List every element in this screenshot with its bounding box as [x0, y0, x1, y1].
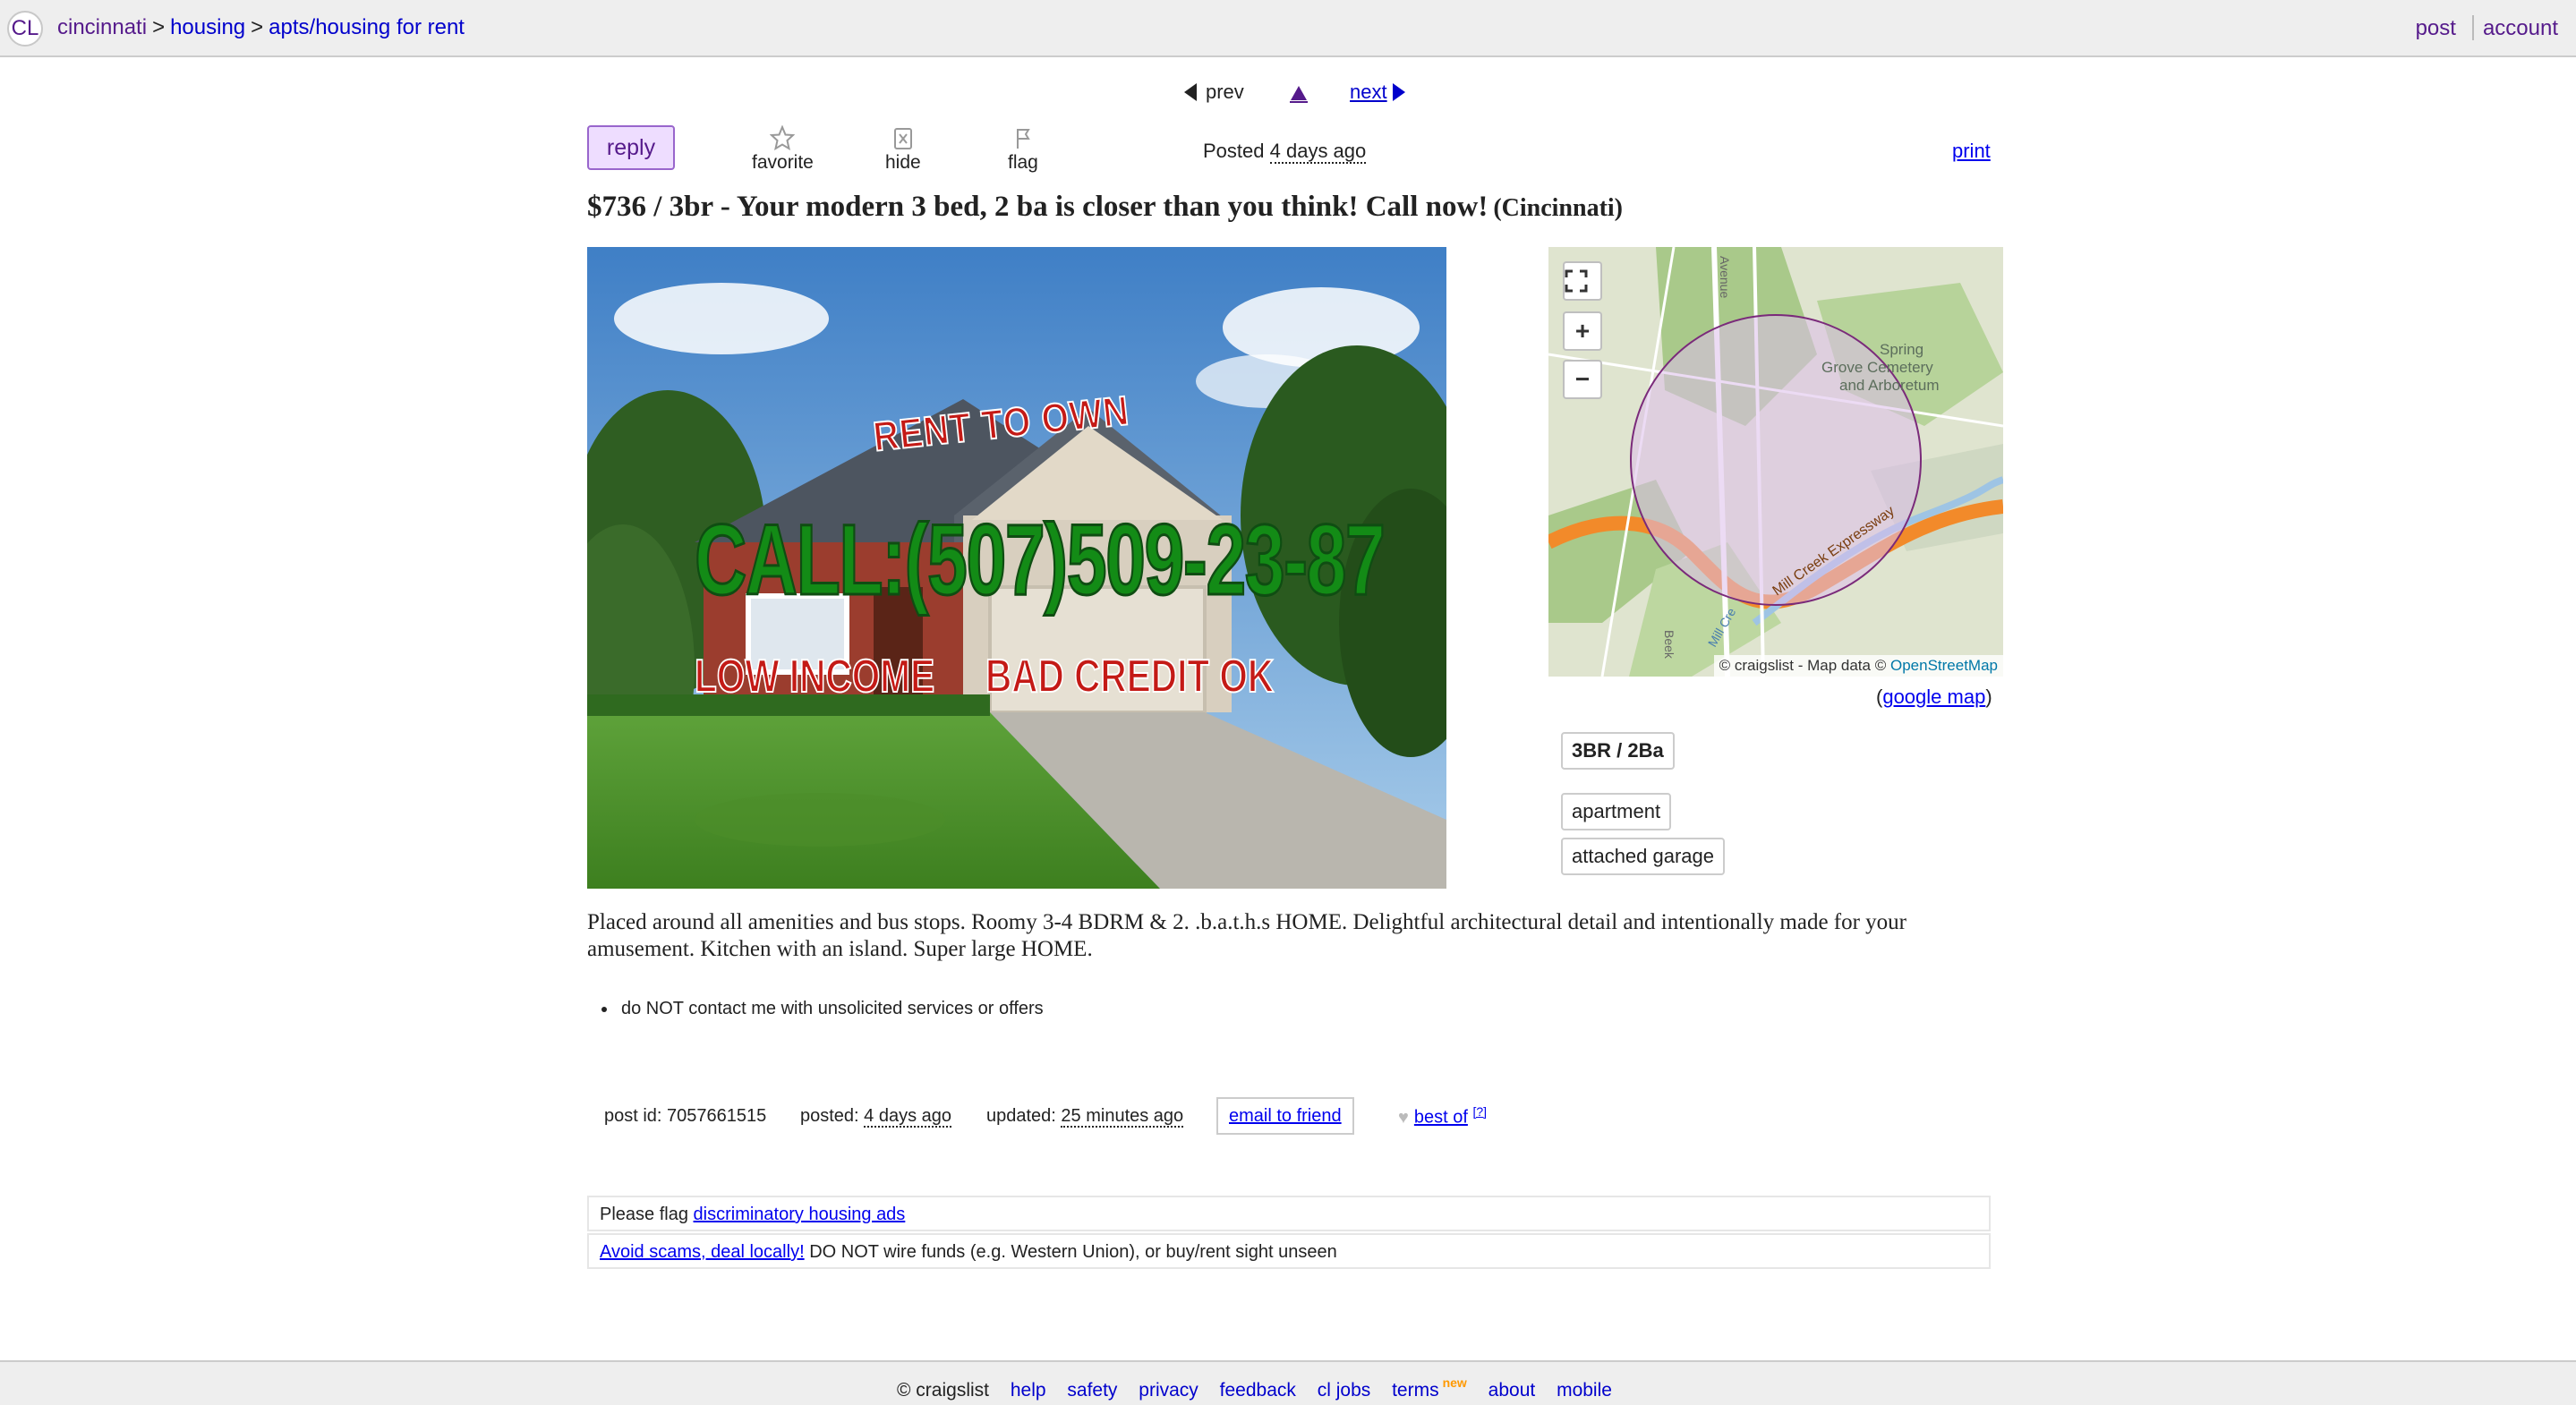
post-info-updated-value: 25 minutes ago	[1061, 1106, 1184, 1128]
scam-warning: Avoid scams, deal locally! DO NOT wire f…	[587, 1233, 1991, 1269]
zoom-out-button[interactable]: −	[1563, 360, 1602, 399]
breadcrumb-separator: >	[152, 15, 166, 39]
map-attribution-text: © craigslist - Map data ©	[1719, 657, 1887, 674]
post-info-posted-value: 4 days ago	[864, 1106, 952, 1128]
footer-link-privacy[interactable]: privacy	[1139, 1380, 1198, 1401]
prev-label: prev	[1206, 81, 1244, 103]
breadcrumb-site-link[interactable]: cincinnati	[57, 15, 147, 39]
best-of: ♥ best of [?]	[1398, 1104, 1487, 1128]
map-tiles: Spring Grove Cemetery and Arboretum Mill…	[1548, 247, 2003, 677]
post-link[interactable]: post	[2416, 16, 2456, 40]
photo-text-bad-credit: BAD CREDIT OK	[985, 650, 1275, 703]
print-link[interactable]: print	[1952, 140, 1991, 163]
map-label-road-1: Avenue	[1718, 256, 1732, 298]
footer: © craigslist help safety privacy feedbac…	[0, 1360, 2576, 1405]
map-attribution: © craigslist - Map data © OpenStreetMap	[1713, 655, 2003, 677]
footer-link-help[interactable]: help	[1011, 1380, 1046, 1401]
post-info-posted: posted: 4 days ago	[800, 1106, 952, 1128]
footer-links: © craigslist help safety privacy feedbac…	[897, 1375, 1612, 1401]
hide-button[interactable]: hide	[885, 125, 921, 174]
breadcrumb-section-link[interactable]: housing	[170, 15, 245, 39]
back-to-search-icon[interactable]	[1289, 86, 1308, 103]
footer-link-feedback[interactable]: feedback	[1220, 1380, 1296, 1401]
map-label-cemetery-2: Grove Cemetery	[1821, 359, 1933, 376]
flag-discrimination-notice: Please flag discriminatory housing ads	[587, 1196, 1991, 1231]
prev-arrow-icon	[1184, 83, 1197, 101]
notice-item: do NOT contact me with unsolicited servi…	[618, 999, 1044, 1019]
map-label-road-3: Beek	[1662, 630, 1676, 660]
email-to-friend-link[interactable]: email to friend	[1216, 1097, 1354, 1135]
star-icon	[770, 125, 796, 150]
prev-button[interactable]: prev	[1184, 81, 1244, 103]
footer-copyright: © craigslist	[897, 1380, 989, 1401]
map-label-cemetery-1: Spring	[1880, 341, 1923, 358]
breadcrumb-separator: >	[251, 15, 264, 39]
breadcrumb: cincinnati > housing > apts/housing for rent	[57, 15, 465, 40]
posted-value: 4 days ago	[1269, 140, 1367, 164]
account-link[interactable]: account	[2483, 16, 2558, 40]
flag-notice-prefix: Please flag	[600, 1205, 688, 1224]
posting-body: Placed around all amenities and bus stop…	[587, 910, 1907, 961]
openstreetmap-link[interactable]: OpenStreetMap	[1890, 657, 1998, 674]
top-bar: CL cincinnati > housing > apts/housing for r…	[0, 0, 2576, 57]
hide-label: hide	[885, 152, 921, 173]
photo-text-low-income: LOW INCOME	[694, 650, 935, 703]
next-link[interactable]: next	[1350, 81, 1405, 103]
avoid-scams-link[interactable]: Avoid scams, deal locally!	[600, 1242, 805, 1262]
posted-label: Posted	[1203, 140, 1265, 162]
post-info-updated: updated: 25 minutes ago	[986, 1106, 1184, 1128]
listing-photo[interactable]: RENT TO OWN CALL:(507)509-23-87 LOW INCO…	[587, 247, 1446, 889]
fullscreen-icon	[1565, 269, 1588, 293]
map-label-cemetery-3: and Arboretum	[1839, 377, 1940, 394]
scam-warning-text: DO NOT wire funds (e.g. Western Union), …	[809, 1242, 1337, 1262]
posting-neighborhood: (Cincinnati)	[1493, 194, 1624, 222]
best-of-link[interactable]: best of	[1414, 1108, 1468, 1128]
location-map[interactable]: Spring Grove Cemetery and Arboretum Mill…	[1548, 247, 2003, 677]
fullscreen-button[interactable]	[1563, 261, 1602, 301]
posted-date: Posted 4 days ago	[1203, 140, 1367, 164]
photo-text-phone: CALL:(507)509-23-87	[694, 503, 1386, 617]
posting-title-text: $736 / 3br - Your modern 3 bed, 2 ba is …	[587, 191, 1488, 223]
zoom-in-button[interactable]: +	[1563, 311, 1602, 351]
attr-housing-type: apartment	[1561, 793, 1672, 830]
footer-link-safety[interactable]: safety	[1067, 1380, 1117, 1401]
post-info-posted-label: posted:	[800, 1106, 859, 1126]
listing-navigation: prev next	[1184, 81, 1405, 104]
heart-icon[interactable]: ♥	[1398, 1108, 1409, 1128]
footer-link-terms[interactable]: terms	[1392, 1380, 1439, 1401]
header-divider	[2471, 15, 2474, 40]
favorite-button[interactable]: favorite	[752, 125, 814, 174]
craigslist-logo[interactable]: CL	[7, 11, 43, 47]
posting-title: $736 / 3br - Your modern 3 bed, 2 ba is …	[587, 191, 1623, 224]
breadcrumb-category-link[interactable]: apts/housing for rent	[269, 15, 465, 39]
new-badge: new	[1442, 1375, 1467, 1390]
best-of-help-link[interactable]: [?]	[1472, 1104, 1487, 1119]
next-arrow-icon	[1392, 83, 1405, 101]
post-id: post id: 7057661515	[604, 1106, 767, 1126]
hide-icon	[893, 128, 912, 149]
flag-icon	[1016, 129, 1030, 149]
discriminatory-ads-link[interactable]: discriminatory housing ads	[694, 1205, 906, 1224]
header-links: post account	[2416, 15, 2558, 41]
footer-link-about[interactable]: about	[1488, 1380, 1536, 1401]
google-map-link[interactable]: google map	[1882, 685, 1985, 708]
reply-button[interactable]: reply	[587, 125, 675, 170]
post-info-updated-label: updated:	[986, 1106, 1056, 1126]
google-map-link-wrapper: (google map)	[1876, 685, 1992, 708]
favorite-label: favorite	[752, 152, 814, 173]
footer-link-mobile[interactable]: mobile	[1557, 1380, 1612, 1401]
attr-br-ba: 3BR / 2Ba	[1561, 732, 1675, 770]
flag-button[interactable]: flag	[1008, 125, 1038, 174]
next-label: next	[1350, 81, 1387, 103]
attr-parking: attached garage	[1561, 838, 1726, 875]
flag-label: flag	[1008, 152, 1038, 173]
footer-link-cl-jobs[interactable]: cl jobs	[1318, 1380, 1371, 1401]
notices: do NOT contact me with unsolicited servi…	[593, 999, 1044, 1019]
